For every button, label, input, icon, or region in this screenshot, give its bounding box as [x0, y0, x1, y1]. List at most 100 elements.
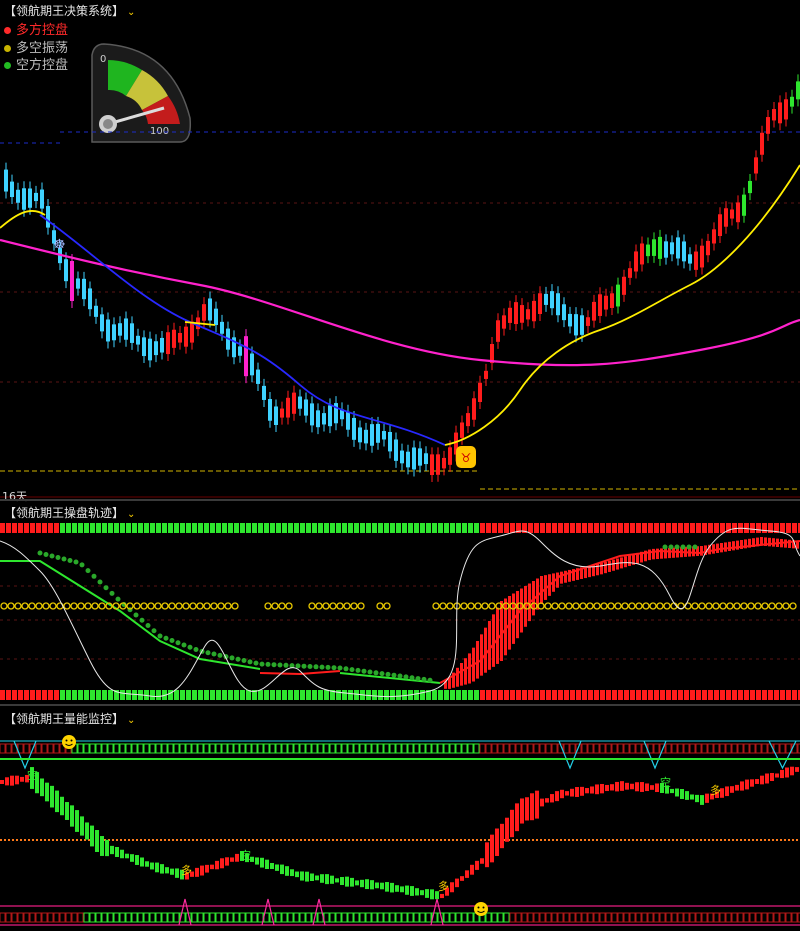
ribbon-bar	[488, 621, 491, 670]
coin-dot	[656, 602, 664, 610]
state-bar-segment	[522, 690, 527, 700]
state-bar-segment	[221, 743, 228, 754]
candle	[406, 451, 410, 468]
volume-bar	[60, 796, 64, 816]
volume-bar	[520, 798, 524, 824]
state-bar-segment	[539, 912, 546, 923]
state-bar-segment	[258, 690, 263, 700]
state-bar-segment	[432, 690, 437, 700]
candle	[142, 337, 146, 357]
state-bar-segment	[186, 523, 191, 533]
state-bar-segment	[84, 690, 89, 700]
trail-dot	[325, 664, 331, 670]
state-bar-segment	[588, 690, 593, 700]
candle	[646, 244, 650, 257]
volume-bar	[705, 793, 709, 803]
volume-monitor-chart[interactable]: 空 空 空 多 多 多	[0, 706, 800, 931]
volume-bar	[695, 794, 699, 803]
volume-bar	[0, 780, 4, 784]
state-bar-segment	[150, 523, 155, 533]
volume-bar	[195, 867, 199, 877]
trail-dot	[97, 579, 103, 585]
volume-bar	[365, 879, 369, 890]
ribbon-bar	[732, 541, 735, 551]
state-bar-segment	[641, 912, 648, 923]
volume-bar	[65, 802, 69, 820]
state-bar-segment	[521, 912, 528, 923]
candle	[772, 109, 776, 121]
state-bar-segment	[533, 743, 540, 754]
main-price-chart[interactable]: 0 100 ☸ ♉	[0, 0, 800, 498]
state-bar-segment	[707, 912, 714, 923]
trail-dot	[307, 664, 313, 669]
volume-bar	[545, 798, 549, 803]
state-bar-segment	[689, 743, 696, 754]
candle	[670, 242, 674, 255]
candle	[262, 385, 266, 400]
state-bar-segment	[515, 743, 522, 754]
state-bar-segment	[294, 523, 299, 533]
trail-dot	[337, 665, 343, 671]
state-bar-segment	[263, 743, 270, 754]
state-bar-segment	[546, 690, 551, 700]
state-bar-segment	[599, 743, 606, 754]
state-bar-segment	[378, 690, 383, 700]
state-bar-segment	[570, 690, 575, 700]
state-bar-segment	[383, 912, 390, 923]
trail-dot	[692, 544, 698, 550]
candle	[526, 309, 530, 320]
state-bar-segment	[89, 743, 96, 754]
volume-bar	[785, 767, 789, 778]
state-bar-segment	[161, 743, 168, 754]
candle	[784, 99, 788, 120]
volume-bar	[640, 782, 644, 792]
candle	[40, 189, 44, 209]
trail-dot	[259, 661, 265, 667]
state-bar-segment	[414, 690, 419, 700]
candle	[640, 243, 644, 265]
state-bar-segment	[281, 743, 288, 754]
state-bar-segment	[35, 912, 42, 923]
state-bar-segment	[690, 523, 695, 533]
state-bar-segment	[108, 523, 113, 533]
state-bar-segment	[251, 912, 258, 923]
trail-dot	[391, 672, 397, 678]
state-bar-segment	[683, 743, 690, 754]
bull-badge-icon: ♉	[456, 446, 476, 468]
volume-bar	[450, 882, 454, 893]
ribbon-bar	[672, 547, 675, 558]
candle	[748, 180, 752, 194]
state-bar-segment	[72, 523, 77, 533]
coin-dot	[7, 602, 15, 610]
state-bar-segment	[390, 523, 395, 533]
candle	[268, 399, 272, 421]
state-bar-segment	[576, 523, 581, 533]
state-bar-segment	[210, 523, 215, 533]
trade-track-chart[interactable]	[0, 501, 800, 701]
candle	[190, 321, 194, 343]
trail-dot	[403, 674, 409, 680]
state-bar-segment	[762, 523, 767, 533]
state-bar-segment	[701, 912, 708, 923]
state-bar-segment	[311, 743, 318, 754]
state-bar-segment	[575, 912, 582, 923]
state-bar-segment	[23, 912, 30, 923]
state-bar-segment	[197, 912, 204, 923]
candle	[790, 96, 794, 107]
state-bar-segment	[312, 523, 317, 533]
volume-bar	[275, 864, 279, 871]
coin-dot	[565, 602, 573, 610]
volume-bar	[730, 786, 734, 793]
trail-dot	[145, 623, 151, 628]
coin-dot	[77, 602, 85, 610]
volume-bar	[670, 788, 674, 794]
state-bar-segment	[162, 523, 167, 533]
state-bar-segment	[480, 690, 485, 700]
coin-dot	[49, 602, 57, 610]
coin-dot	[439, 602, 447, 610]
state-bar-segment	[155, 743, 162, 754]
state-bar-segment	[600, 690, 605, 700]
state-bar-segment	[53, 743, 60, 754]
state-bar-segment	[545, 743, 552, 754]
trail-dot	[205, 650, 211, 656]
